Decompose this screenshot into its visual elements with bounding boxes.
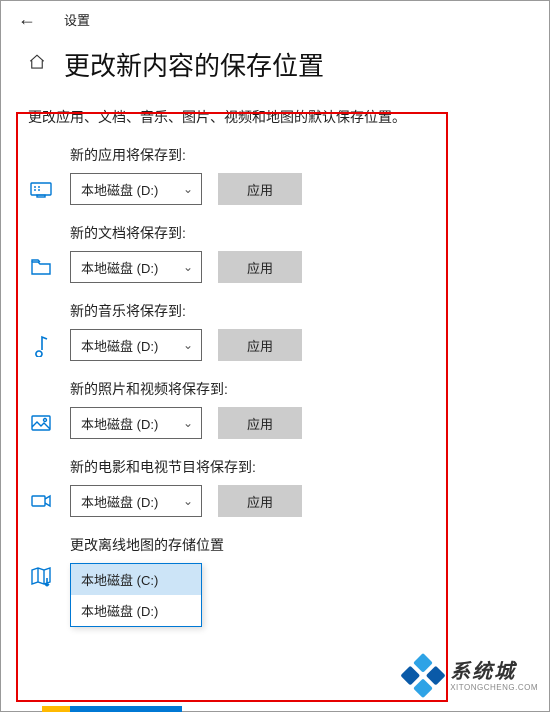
watermark: 系统城 XITONGCHENG.COM — [406, 660, 538, 694]
section-maps: 更改离线地图的存储位置 本地磁盘 (C:) 本地磁盘 (D:) — [28, 535, 522, 627]
taskbar-sliver — [42, 706, 182, 712]
chevron-down-icon: ⌄ — [183, 260, 193, 274]
apps-label: 新的应用将保存到: — [70, 145, 522, 165]
chevron-down-icon: ⌄ — [183, 494, 193, 508]
chevron-down-icon: ⌄ — [183, 182, 193, 196]
maps-option-d[interactable]: 本地磁盘 (D:) — [71, 595, 201, 626]
movies-apply-button[interactable]: 应用 — [218, 485, 302, 517]
maps-option-c[interactable]: 本地磁盘 (C:) — [71, 564, 201, 595]
docs-dropdown-value: 本地磁盘 (D:) — [81, 258, 158, 277]
maps-icon — [28, 563, 54, 589]
section-apps: 新的应用将保存到: 本地磁盘 (D:) ⌄ 应用 — [28, 145, 522, 205]
chevron-down-icon: ⌄ — [183, 416, 193, 430]
movies-dropdown[interactable]: 本地磁盘 (D:) ⌄ — [70, 485, 202, 517]
chevron-down-icon: ⌄ — [183, 338, 193, 352]
music-label: 新的音乐将保存到: — [70, 301, 522, 321]
movies-dropdown-value: 本地磁盘 (D:) — [81, 492, 158, 511]
photos-dropdown-value: 本地磁盘 (D:) — [81, 414, 158, 433]
section-docs: 新的文档将保存到: 本地磁盘 (D:) ⌄ 应用 — [28, 223, 522, 283]
watermark-text-cn: 系统城 — [450, 662, 538, 682]
page-title: 更改新内容的保存位置 — [64, 46, 324, 83]
music-dropdown[interactable]: 本地磁盘 (D:) ⌄ — [70, 329, 202, 361]
music-apply-button[interactable]: 应用 — [218, 329, 302, 361]
apps-icon — [28, 176, 54, 202]
section-music: 新的音乐将保存到: 本地磁盘 (D:) ⌄ 应用 — [28, 301, 522, 361]
section-movies: 新的电影和电视节目将保存到: 本地磁盘 (D:) ⌄ 应用 — [28, 457, 522, 517]
photos-icon — [28, 410, 54, 436]
music-icon — [28, 332, 54, 358]
intro-text: 更改应用、文档、音乐、图片、视频和地图的默认保存位置。 — [28, 107, 522, 127]
movies-label: 新的电影和电视节目将保存到: — [70, 457, 522, 477]
docs-apply-button[interactable]: 应用 — [218, 251, 302, 283]
documents-icon — [28, 254, 54, 280]
maps-dropdown-open[interactable]: 本地磁盘 (C:) 本地磁盘 (D:) — [70, 563, 202, 627]
maps-label: 更改离线地图的存储位置 — [70, 535, 522, 555]
apps-apply-button[interactable]: 应用 — [218, 173, 302, 205]
watermark-logo-icon — [399, 653, 447, 701]
home-icon[interactable] — [28, 53, 46, 76]
apps-dropdown-value: 本地磁盘 (D:) — [81, 180, 158, 199]
docs-dropdown[interactable]: 本地磁盘 (D:) ⌄ — [70, 251, 202, 283]
docs-label: 新的文档将保存到: — [70, 223, 522, 243]
settings-label: 设置 — [64, 10, 90, 29]
back-icon[interactable]: ← — [18, 9, 36, 30]
photos-label: 新的照片和视频将保存到: — [70, 379, 522, 399]
watermark-text-en: XITONGCHENG.COM — [450, 684, 538, 692]
photos-apply-button[interactable]: 应用 — [218, 407, 302, 439]
apps-dropdown[interactable]: 本地磁盘 (D:) ⌄ — [70, 173, 202, 205]
section-photos: 新的照片和视频将保存到: 本地磁盘 (D:) ⌄ 应用 — [28, 379, 522, 439]
photos-dropdown[interactable]: 本地磁盘 (D:) ⌄ — [70, 407, 202, 439]
music-dropdown-value: 本地磁盘 (D:) — [81, 336, 158, 355]
video-icon — [28, 488, 54, 514]
